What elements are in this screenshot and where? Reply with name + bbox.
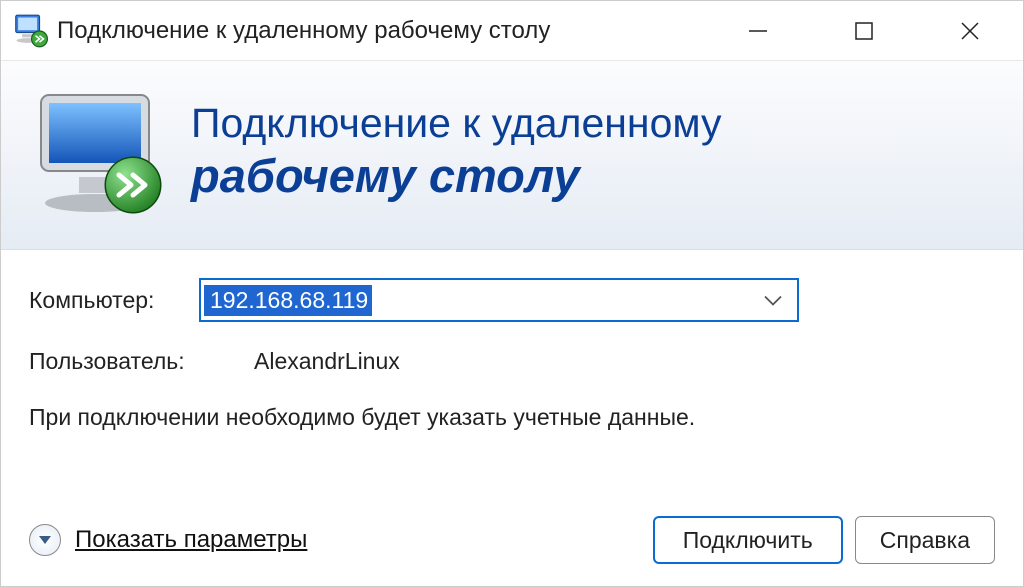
banner-text: Подключение к удаленному рабочему столу bbox=[191, 101, 722, 202]
app-banner: Подключение к удаленному рабочему столу bbox=[1, 61, 1023, 250]
minimize-button[interactable] bbox=[705, 1, 811, 60]
window-title: Подключение к удаленному рабочему столу bbox=[57, 17, 705, 45]
close-button[interactable] bbox=[917, 1, 1023, 60]
credentials-hint: При подключении необходимо будет указать… bbox=[29, 401, 729, 433]
app-icon-large bbox=[31, 81, 171, 221]
form-area: Компьютер: 192.168.68.119 Пользователь: … bbox=[1, 250, 1023, 504]
connect-button[interactable]: Подключить bbox=[653, 516, 843, 564]
help-button[interactable]: Справка bbox=[855, 516, 995, 564]
computer-label: Компьютер: bbox=[29, 287, 199, 314]
expand-circle-icon bbox=[29, 524, 61, 556]
user-row: Пользователь: AlexandrLinux bbox=[29, 348, 993, 375]
chevron-down-icon[interactable] bbox=[763, 287, 783, 314]
window-controls bbox=[705, 1, 1023, 60]
show-options-label: Показать параметры bbox=[75, 526, 307, 554]
computer-combobox[interactable]: 192.168.68.119 bbox=[199, 278, 799, 322]
maximize-button[interactable] bbox=[811, 1, 917, 60]
computer-row: Компьютер: 192.168.68.119 bbox=[29, 278, 993, 322]
show-options-toggle[interactable]: Показать параметры bbox=[29, 524, 641, 556]
user-value: AlexandrLinux bbox=[254, 348, 400, 375]
titlebar: Подключение к удаленному рабочему столу bbox=[1, 1, 1023, 61]
app-icon-small bbox=[11, 12, 49, 50]
user-label: Пользователь: bbox=[29, 348, 254, 375]
banner-line-1: Подключение к удаленному bbox=[191, 101, 722, 146]
computer-value: 192.168.68.119 bbox=[204, 285, 372, 316]
footer: Показать параметры Подключить Справка bbox=[1, 504, 1023, 586]
banner-line-2: рабочему столу bbox=[191, 150, 722, 202]
